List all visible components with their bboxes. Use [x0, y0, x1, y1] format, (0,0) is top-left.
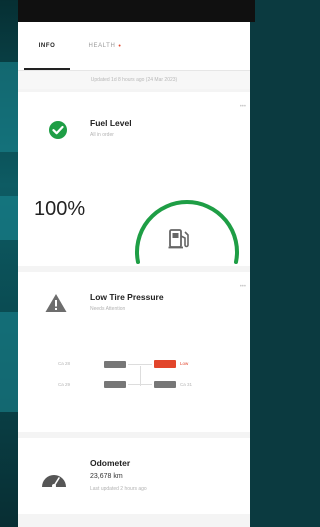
tire-label-rear-left: Ca 29: [58, 382, 71, 387]
axle-line: [128, 364, 152, 365]
background-block: [0, 196, 18, 240]
tab-info[interactable]: INFO: [18, 22, 76, 70]
tab-info-label: INFO: [38, 43, 56, 49]
tire-front-left: [104, 361, 126, 368]
odometer-note: Last updated 2 hours ago: [90, 486, 147, 492]
fuel-level-subtitle: All in order: [90, 132, 114, 138]
tire-pressure-title: Low Tire Pressure: [90, 292, 164, 302]
odometer-card[interactable]: Odometer 23,678 km Last updated 2 hours …: [18, 438, 250, 514]
background-edge: [0, 0, 18, 527]
fuel-level-card[interactable]: ••• Fuel Level All in order 100%: [18, 92, 250, 266]
vehicle-status-panel: INFO HEALTH • Updated 1d 8 hours ago (24…: [18, 22, 250, 527]
tire-rear-left: [104, 381, 126, 388]
warning-triangle-icon: [45, 294, 67, 312]
check-circle-icon: [49, 121, 67, 139]
tire-front-right-alert: [154, 360, 176, 368]
background-block: [0, 312, 18, 412]
tab-bar: INFO HEALTH •: [18, 22, 250, 71]
last-updated-text: Updated 1d 8 hours ago (24 Mar 2023): [18, 71, 250, 89]
speedometer-icon: [42, 475, 66, 488]
tab-health-label: HEALTH: [88, 43, 116, 49]
tire-rear-right: [154, 381, 176, 388]
fuel-level-title: Fuel Level: [90, 118, 132, 128]
tab-health[interactable]: HEALTH •: [76, 22, 134, 70]
background-block: [0, 62, 18, 152]
tire-pressure-card[interactable]: ••• Low Tire Pressure Needs Attention Ca…: [18, 272, 250, 432]
fuel-gauge: [135, 200, 239, 264]
axle-line: [128, 384, 152, 385]
more-icon[interactable]: •••: [240, 284, 246, 290]
status-bar: [18, 0, 255, 22]
fuel-pump-icon: [168, 229, 189, 249]
more-icon[interactable]: •••: [240, 104, 246, 110]
odometer-title: Odometer: [90, 458, 131, 468]
alert-dot-icon: •: [118, 42, 122, 50]
tire-pressure-subtitle: Needs Attention: [90, 306, 126, 312]
odometer-value: 23,678 km: [90, 473, 123, 480]
fuel-level-value: 100%: [34, 198, 86, 220]
tire-diagram: Ca 28 Low Ca 29 Ca 31: [58, 358, 228, 398]
tire-label-front-right: Low: [180, 361, 189, 366]
tire-label-rear-right: Ca 31: [180, 382, 193, 387]
tire-label-front-left: Ca 28: [58, 361, 71, 366]
chassis-line: [140, 366, 141, 386]
